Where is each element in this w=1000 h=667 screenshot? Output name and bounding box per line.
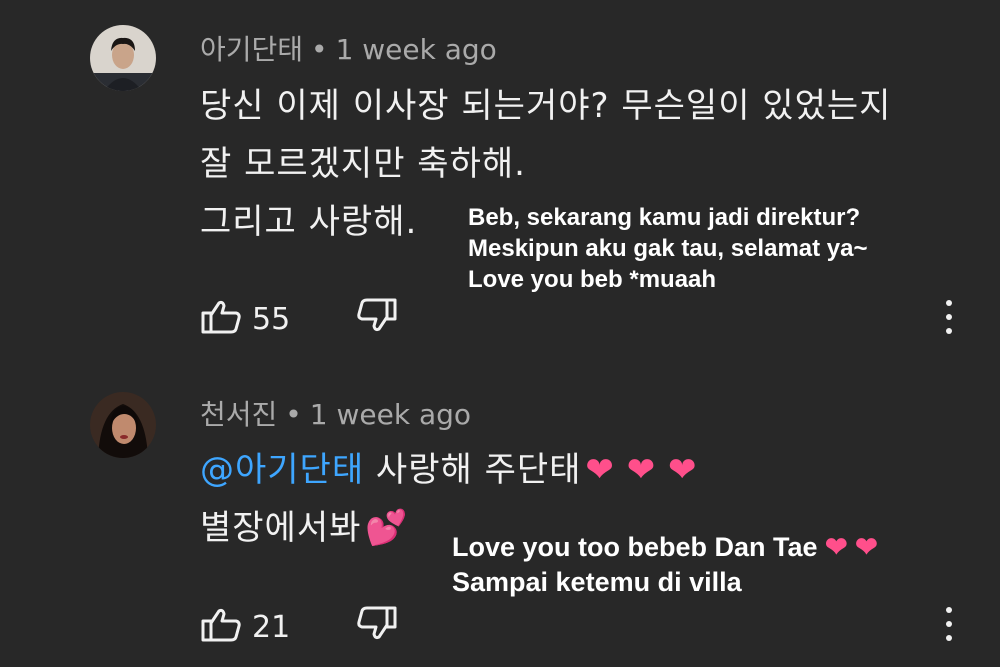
like-button[interactable]: 55: [200, 299, 290, 339]
comment-text-line: 잘 모르겠지만 축하해.: [200, 144, 526, 184]
overlay-line: Beb, sekarang kamu jadi direktur?: [468, 204, 861, 231]
heart-emoji: ❤ ❤ ❤: [585, 450, 698, 490]
meta-separator: •: [285, 398, 302, 431]
timestamp[interactable]: 1 week ago: [310, 398, 471, 431]
comment-text-line: 그리고 사랑해.: [200, 202, 418, 242]
avatar[interactable]: [90, 392, 156, 458]
overlay-line: Love you beb *muaah: [468, 266, 717, 294]
like-button[interactable]: 21: [200, 607, 290, 647]
comment-text: 별장에서봐: [200, 508, 362, 548]
overlay-text: Love you too bebeb Dan Tae: [452, 532, 826, 562]
avatar[interactable]: [90, 25, 156, 91]
author-name[interactable]: 아기단태: [200, 33, 303, 66]
timestamp[interactable]: 1 week ago: [336, 33, 497, 66]
heart-emoji: ❤ ❤: [825, 532, 878, 562]
comment-meta: 아기단태 • 1 week ago: [200, 28, 497, 68]
dislike-button[interactable]: [356, 605, 398, 645]
like-count: 21: [252, 609, 291, 645]
translation-overlay-2: Love you too bebeb Dan Tae ❤ ❤ Sampai ke…: [452, 530, 878, 600]
overlay-line: Love you too bebeb Dan Tae ❤ ❤: [452, 530, 878, 565]
comment-text-line: 별장에서봐 💕: [200, 500, 409, 549]
thumbs-up-icon: [200, 607, 242, 647]
thumbs-up-icon: [200, 299, 242, 339]
more-vert-icon[interactable]: [944, 300, 954, 334]
two-hearts-emoji: 💕: [365, 508, 409, 548]
more-vert-icon[interactable]: [944, 607, 954, 641]
thumbs-down-icon: [356, 297, 398, 337]
comment-text-line: @아기단태 사랑해 주단태 ❤ ❤ ❤: [200, 442, 698, 491]
mention-link[interactable]: @아기단태: [200, 450, 364, 490]
translation-overlay-1: Beb, sekarang kamu jadi direktur? Meskip…: [468, 202, 868, 296]
overlay-line: Sampai ketemu di villa: [452, 567, 742, 598]
meta-separator: •: [311, 33, 328, 66]
comment-text: 사랑해 주단태: [364, 450, 582, 490]
like-count: 55: [252, 301, 291, 337]
author-name[interactable]: 천서진: [200, 398, 277, 431]
thumbs-down-icon: [356, 605, 398, 645]
comment-meta: 천서진 • 1 week ago: [200, 393, 471, 433]
comment-text-line: 당신 이제 이사장 되는거야? 무슨일이 있었는지: [200, 86, 892, 126]
dislike-button[interactable]: [356, 297, 398, 337]
overlay-line: Meskipun aku gak tau, selamat ya~: [468, 235, 868, 263]
